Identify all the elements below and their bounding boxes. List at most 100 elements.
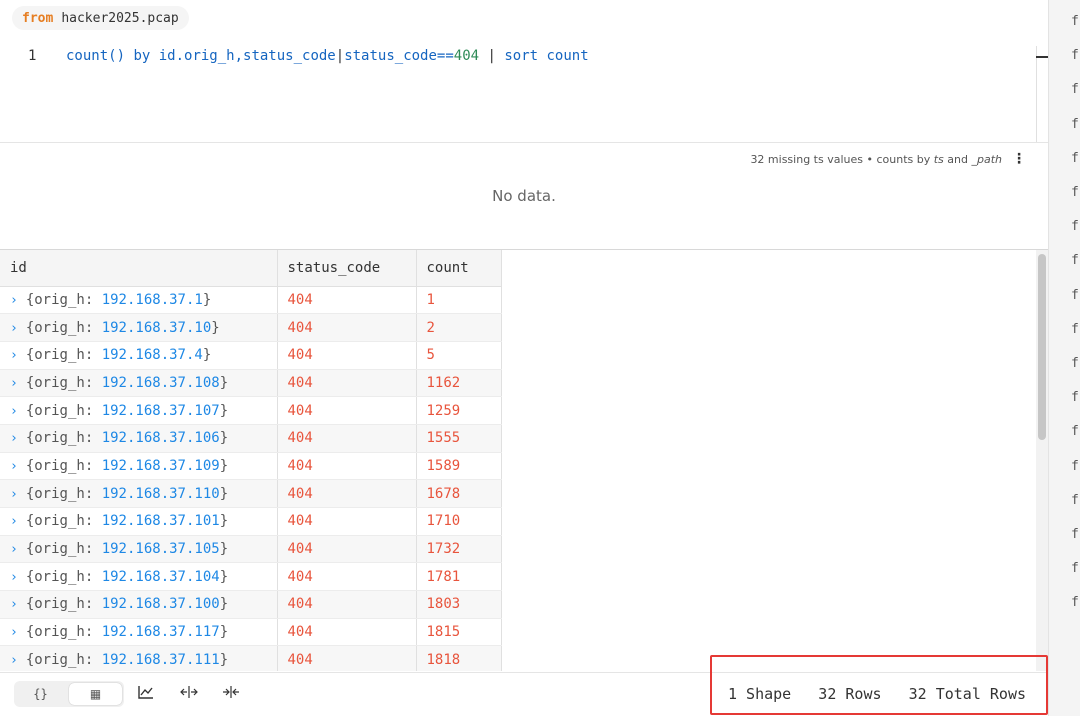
table-scroll-thumb[interactable] bbox=[1038, 254, 1046, 440]
expand-chevron-icon[interactable]: › bbox=[10, 431, 18, 446]
table-scrollbar[interactable] bbox=[1036, 250, 1048, 671]
cell-status-code[interactable]: 404 bbox=[277, 369, 417, 398]
cell-id[interactable]: › {orig_h: 192.168.37.109} bbox=[0, 452, 278, 481]
cell-id[interactable]: › {orig_h: 192.168.37.10} bbox=[0, 313, 278, 342]
expand-icon[interactable] bbox=[180, 685, 198, 703]
expand-chevron-icon[interactable]: › bbox=[10, 376, 18, 391]
table-row[interactable]: › {orig_h: 192.168.37.111} 404 1818 bbox=[0, 645, 502, 671]
cell-status-code[interactable]: 404 bbox=[277, 590, 417, 619]
source-pill[interactable]: from hacker2025.pcap bbox=[12, 6, 189, 30]
cell-status-code[interactable]: 404 bbox=[277, 452, 417, 481]
expand-chevron-icon[interactable]: › bbox=[10, 487, 18, 502]
expand-chevron-icon[interactable]: › bbox=[10, 459, 18, 474]
table-row[interactable]: › {orig_h: 192.168.37.104} 404 1781 bbox=[0, 562, 502, 592]
sidebar-item[interactable]: fi bbox=[1071, 424, 1080, 439]
expand-chevron-icon[interactable]: › bbox=[10, 625, 18, 640]
editor-scrollbar[interactable] bbox=[1036, 46, 1048, 142]
cell-count[interactable]: 1710 bbox=[416, 507, 502, 536]
expand-chevron-icon[interactable]: › bbox=[10, 514, 18, 529]
cell-count[interactable]: 5 bbox=[416, 341, 502, 370]
cell-id[interactable]: › {orig_h: 192.168.37.106} bbox=[0, 424, 278, 453]
cell-status-code[interactable]: 404 bbox=[277, 479, 417, 508]
cell-count[interactable]: 1162 bbox=[416, 369, 502, 398]
table-row[interactable]: › {orig_h: 192.168.37.107} 404 1259 bbox=[0, 396, 502, 425]
sidebar-item[interactable]: fi bbox=[1071, 185, 1080, 200]
sidebar-item[interactable]: fi bbox=[1071, 390, 1080, 405]
chart-icon[interactable] bbox=[138, 685, 154, 703]
cell-id[interactable]: › {orig_h: 192.168.37.107} bbox=[0, 396, 278, 425]
sidebar-item[interactable]: fi bbox=[1071, 82, 1080, 97]
sidebar-item[interactable]: fi bbox=[1071, 527, 1080, 542]
sidebar-item[interactable]: fi bbox=[1071, 253, 1080, 268]
expand-chevron-icon[interactable]: › bbox=[10, 293, 18, 308]
table-row[interactable]: › {orig_h: 192.168.37.10} 404 2 bbox=[0, 313, 502, 342]
sidebar-item[interactable]: fi bbox=[1071, 117, 1080, 132]
column-header-id[interactable]: id bbox=[0, 250, 278, 287]
column-header-count[interactable]: count bbox=[416, 250, 502, 287]
table-row[interactable]: › {orig_h: 192.168.37.109} 404 1589 bbox=[0, 452, 502, 481]
cell-id[interactable]: › {orig_h: 192.168.37.105} bbox=[0, 535, 278, 564]
kebab-menu-icon[interactable]: ⋮ bbox=[1012, 151, 1026, 167]
cell-id[interactable]: › {orig_h: 192.168.37.1} bbox=[0, 286, 278, 315]
cell-status-code[interactable]: 404 bbox=[277, 424, 417, 453]
cell-status-code[interactable]: 404 bbox=[277, 396, 417, 425]
table-row[interactable]: › {orig_h: 192.168.37.101} 404 1710 bbox=[0, 507, 502, 536]
sidebar-item[interactable]: fi bbox=[1071, 493, 1080, 508]
expand-chevron-icon[interactable]: › bbox=[10, 542, 18, 557]
cell-count[interactable]: 1815 bbox=[416, 618, 502, 647]
table-row[interactable]: › {orig_h: 192.168.37.110} 404 1678 bbox=[0, 479, 502, 508]
cell-count[interactable]: 1781 bbox=[416, 562, 502, 592]
cell-count[interactable]: 1818 bbox=[416, 645, 502, 671]
column-header-status-code[interactable]: status_code bbox=[277, 250, 417, 287]
table-row[interactable]: › {orig_h: 192.168.37.100} 404 1803 bbox=[0, 590, 502, 619]
sidebar-item[interactable]: fi bbox=[1071, 288, 1080, 303]
cell-id[interactable]: › {orig_h: 192.168.37.100} bbox=[0, 590, 278, 619]
cell-id[interactable]: › {orig_h: 192.168.37.104} bbox=[0, 562, 278, 592]
table-row[interactable]: › {orig_h: 192.168.37.117} 404 1815 bbox=[0, 618, 502, 647]
sidebar-item[interactable]: fi bbox=[1071, 48, 1080, 63]
cell-status-code[interactable]: 404 bbox=[277, 507, 417, 536]
expand-chevron-icon[interactable]: › bbox=[10, 597, 18, 612]
sidebar-item[interactable]: fi bbox=[1071, 356, 1080, 371]
json-view-button[interactable]: {} bbox=[14, 681, 67, 707]
sidebar-item[interactable]: fi bbox=[1071, 561, 1080, 576]
expand-chevron-icon[interactable]: › bbox=[10, 321, 18, 336]
cell-status-code[interactable]: 404 bbox=[277, 645, 417, 671]
cell-count[interactable]: 1 bbox=[416, 286, 502, 315]
sidebar-item[interactable]: fi bbox=[1071, 459, 1080, 474]
expand-chevron-icon[interactable]: › bbox=[10, 653, 18, 668]
cell-count[interactable]: 1732 bbox=[416, 535, 502, 564]
cell-status-code[interactable]: 404 bbox=[277, 535, 417, 564]
table-view-button[interactable]: ▦ bbox=[69, 683, 122, 705]
cell-status-code[interactable]: 404 bbox=[277, 341, 417, 370]
cell-id[interactable]: › {orig_h: 192.168.37.108} bbox=[0, 369, 278, 398]
sidebar-item[interactable]: fi bbox=[1071, 219, 1080, 234]
query-editor[interactable]: 1 count() by id.orig_h,status_code|statu… bbox=[0, 38, 1048, 142]
cell-count[interactable]: 1555 bbox=[416, 424, 502, 453]
cell-status-code[interactable]: 404 bbox=[277, 286, 417, 315]
table-row[interactable]: › {orig_h: 192.168.37.105} 404 1732 bbox=[0, 535, 502, 564]
expand-chevron-icon[interactable]: › bbox=[10, 570, 18, 585]
sidebar-item[interactable]: fi bbox=[1071, 14, 1080, 29]
editor-scroll-thumb[interactable] bbox=[1036, 56, 1048, 58]
table-row[interactable]: › {orig_h: 192.168.37.108} 404 1162 bbox=[0, 369, 502, 398]
cell-count[interactable]: 1803 bbox=[416, 590, 502, 619]
table-row[interactable]: › {orig_h: 192.168.37.4} 404 5 bbox=[0, 341, 502, 370]
expand-chevron-icon[interactable]: › bbox=[10, 404, 18, 419]
cell-count[interactable]: 1589 bbox=[416, 452, 502, 481]
cell-id[interactable]: › {orig_h: 192.168.37.111} bbox=[0, 645, 278, 671]
table-row[interactable]: › {orig_h: 192.168.37.1} 404 1 bbox=[0, 286, 502, 315]
cell-id[interactable]: › {orig_h: 192.168.37.117} bbox=[0, 618, 278, 647]
cell-id[interactable]: › {orig_h: 192.168.37.110} bbox=[0, 479, 278, 508]
cell-count[interactable]: 1259 bbox=[416, 396, 502, 425]
cell-status-code[interactable]: 404 bbox=[277, 313, 417, 342]
query-text[interactable]: count() by id.orig_h,status_code|status_… bbox=[66, 48, 589, 64]
sidebar-item[interactable]: fi bbox=[1071, 595, 1080, 610]
expand-chevron-icon[interactable]: › bbox=[10, 348, 18, 363]
cell-status-code[interactable]: 404 bbox=[277, 618, 417, 647]
table-row[interactable]: › {orig_h: 192.168.37.106} 404 1555 bbox=[0, 424, 502, 453]
cell-id[interactable]: › {orig_h: 192.168.37.101} bbox=[0, 507, 278, 536]
sidebar-item[interactable]: fi bbox=[1071, 151, 1080, 166]
cell-status-code[interactable]: 404 bbox=[277, 562, 417, 592]
cell-id[interactable]: › {orig_h: 192.168.37.4} bbox=[0, 341, 278, 370]
